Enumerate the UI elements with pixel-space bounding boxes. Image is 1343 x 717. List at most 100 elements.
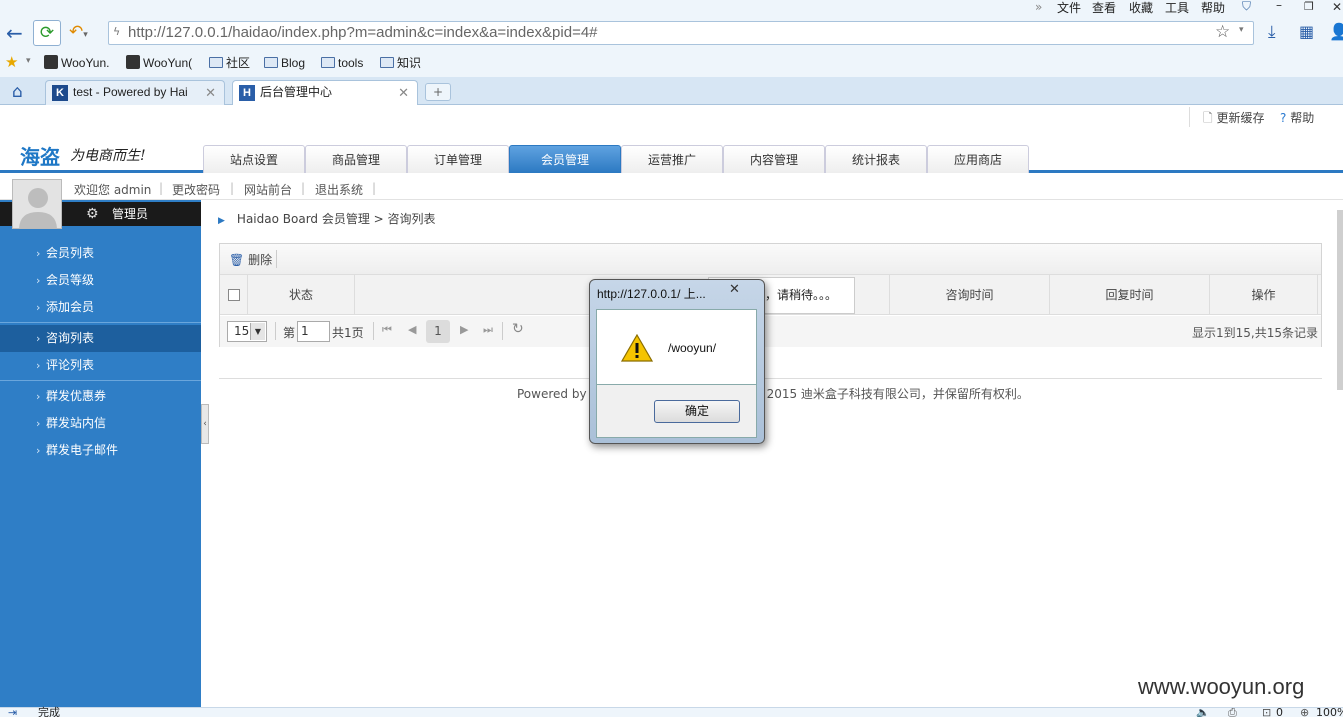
- menu-file[interactable]: 文件: [1057, 0, 1081, 16]
- nav-app-store[interactable]: 应用商店: [927, 145, 1029, 173]
- role-label: 管理员: [112, 207, 149, 221]
- bookmark-wooyun-1[interactable]: WooYun.: [44, 55, 109, 71]
- tab-close-icon[interactable]: ✕: [398, 81, 409, 104]
- page-input[interactable]: 1: [297, 321, 330, 342]
- sidebar-item-add-member[interactable]: 添加会员: [0, 294, 201, 321]
- nav-orders[interactable]: 订单管理: [407, 145, 509, 173]
- skin-icon[interactable]: ⛉: [1242, 0, 1251, 14]
- folder-icon: [209, 57, 223, 68]
- bookmark-community[interactable]: 社区: [209, 55, 250, 71]
- undo-icon[interactable]: ↶▾: [66, 20, 102, 46]
- apps-icon[interactable]: ▦: [1299, 22, 1314, 41]
- nav-products[interactable]: 商品管理: [305, 145, 407, 173]
- sidebar-item-review-list[interactable]: 评论列表: [0, 352, 201, 379]
- star-icon[interactable]: ☆: [1215, 22, 1230, 42]
- delete-button[interactable]: 🗑 删除: [229, 251, 272, 268]
- minimize-icon[interactable]: –: [1276, 0, 1282, 12]
- trash-icon: 🗑: [229, 253, 245, 267]
- pager: 15 ▼ 第 1 共1页 ⏮ ◀ 1 ▶ ⏭ ↻ 显示1到15,共15条记录: [220, 316, 1321, 347]
- ok-button[interactable]: 确定: [654, 400, 740, 423]
- chevron-down-icon[interactable]: ▾: [1239, 25, 1244, 35]
- sidebar-item-consult-list[interactable]: 咨询列表: [0, 325, 201, 352]
- col-consult-time[interactable]: 咨询时间: [890, 275, 1050, 315]
- zoom-icon[interactable]: ⊕: [1300, 707, 1309, 717]
- next-page-icon[interactable]: ▶: [460, 323, 468, 336]
- address-text[interactable]: http://127.0.0.1/haidao/index.php?m=admi…: [128, 23, 598, 43]
- browser-tab-admin[interactable]: H 后台管理中心 ✕: [232, 80, 418, 106]
- avatar: [12, 179, 62, 229]
- menu-help[interactable]: 帮助: [1201, 0, 1225, 16]
- nav-site-settings[interactable]: 站点设置: [203, 145, 305, 173]
- sidebar-item-messages[interactable]: 群发站内信: [0, 410, 201, 437]
- dialog-title: http://127.0.0.1/ 上...: [597, 287, 706, 301]
- page-topbar: [0, 105, 1343, 132]
- favorites-star-icon[interactable]: ★: [5, 53, 18, 71]
- scrollbar[interactable]: [1337, 210, 1343, 390]
- sidebar-item-emails[interactable]: 群发电子邮件: [0, 437, 201, 464]
- refresh-cache-link[interactable]: 🗋 更新缓存: [1203, 109, 1265, 130]
- zoom-value[interactable]: 100%: [1316, 707, 1343, 717]
- nav-reports[interactable]: 统计报表: [825, 145, 927, 173]
- bookmark-tools[interactable]: tools: [321, 55, 363, 71]
- nav-content[interactable]: 内容管理: [723, 145, 825, 173]
- page-total: 共1页: [332, 326, 364, 340]
- breadcrumb-text: Haidao Board 会员管理 > 咨询列表: [236, 212, 436, 226]
- current-page-button[interactable]: 1: [426, 320, 450, 343]
- home-icon[interactable]: ⌂: [12, 82, 23, 102]
- footer-left: Powered by: [517, 387, 587, 401]
- folder-icon: [380, 57, 394, 68]
- tab-close-icon[interactable]: ✕: [205, 81, 216, 104]
- dialog-close-icon[interactable]: ✕: [729, 282, 740, 297]
- menu-view[interactable]: 查看: [1092, 0, 1116, 16]
- page-size-value: 15: [234, 324, 250, 338]
- browser-tab-test[interactable]: K test - Powered by Hai ✕: [45, 80, 225, 105]
- lightning-icon: ϟ: [113, 25, 121, 38]
- download-icon[interactable]: ⤓: [1268, 22, 1276, 42]
- sidebar-item-member-list[interactable]: 会员列表: [0, 240, 201, 267]
- printer-icon[interactable]: ⎙: [1228, 707, 1237, 717]
- col-status[interactable]: 状态: [248, 275, 355, 315]
- sidebar-collapse-icon[interactable]: ‹: [201, 404, 209, 444]
- first-page-icon[interactable]: ⏮: [382, 323, 392, 337]
- speaker-icon[interactable]: 🔈: [1196, 707, 1210, 717]
- logout-link[interactable]: 退出系统: [315, 181, 363, 198]
- nav-marketing[interactable]: 运营推广: [621, 145, 723, 173]
- menu-favorites[interactable]: 收藏: [1129, 0, 1153, 16]
- sidebar-item-member-levels[interactable]: 会员等级: [0, 267, 201, 294]
- col-actions[interactable]: 操作: [1210, 275, 1318, 315]
- warning-triangle-icon: [620, 333, 654, 362]
- change-password-link[interactable]: 更改密码: [172, 181, 220, 198]
- status-arrow-icon: ⇥: [8, 706, 18, 717]
- close-window-icon[interactable]: ✕: [1332, 0, 1342, 14]
- bookmarks-bar: [0, 50, 1343, 77]
- bookmark-wooyun-2[interactable]: WooYun(: [126, 55, 192, 71]
- restore-icon[interactable]: ❐: [1304, 0, 1314, 13]
- sidebar-item-coupons[interactable]: 群发优惠券: [0, 383, 201, 410]
- breadcrumb: ▶ Haidao Board 会员管理 > 咨询列表: [218, 211, 436, 229]
- menu-tools[interactable]: 工具: [1165, 0, 1189, 16]
- back-icon[interactable]: ←: [6, 21, 23, 45]
- bookmark-label: WooYun(: [143, 56, 193, 70]
- more-icon[interactable]: »: [1035, 0, 1042, 14]
- frontend-link[interactable]: 网站前台: [244, 181, 292, 198]
- status-text: 完成: [38, 706, 60, 717]
- nav-members[interactable]: 会员管理: [509, 145, 621, 173]
- favorites-chevron-icon[interactable]: ▾: [26, 56, 31, 66]
- select-all-checkbox[interactable]: [227, 289, 240, 301]
- col-reply-time[interactable]: 回复时间: [1050, 275, 1210, 315]
- user-icon[interactable]: 👤: [1329, 22, 1343, 41]
- page-size-select[interactable]: 15 ▼: [227, 321, 267, 342]
- prev-page-icon[interactable]: ◀: [408, 323, 416, 336]
- reload-icon[interactable]: ↻: [512, 321, 524, 337]
- refresh-icon[interactable]: ⟳: [33, 20, 61, 46]
- loading-text: ，请稍待。。。: [765, 288, 838, 302]
- bookmark-label: 知识: [397, 56, 422, 70]
- help-link[interactable]: ? 帮助: [1280, 109, 1314, 126]
- new-tab-icon[interactable]: +: [425, 83, 451, 101]
- bookmark-knowledge[interactable]: 知识: [380, 55, 421, 71]
- folder-icon: [264, 57, 278, 68]
- record-summary: 显示1到15,共15条记录: [1192, 326, 1318, 340]
- bookmark-blog[interactable]: Blog: [264, 55, 305, 71]
- last-page-icon[interactable]: ⏭: [483, 323, 493, 337]
- divider: [1189, 107, 1190, 127]
